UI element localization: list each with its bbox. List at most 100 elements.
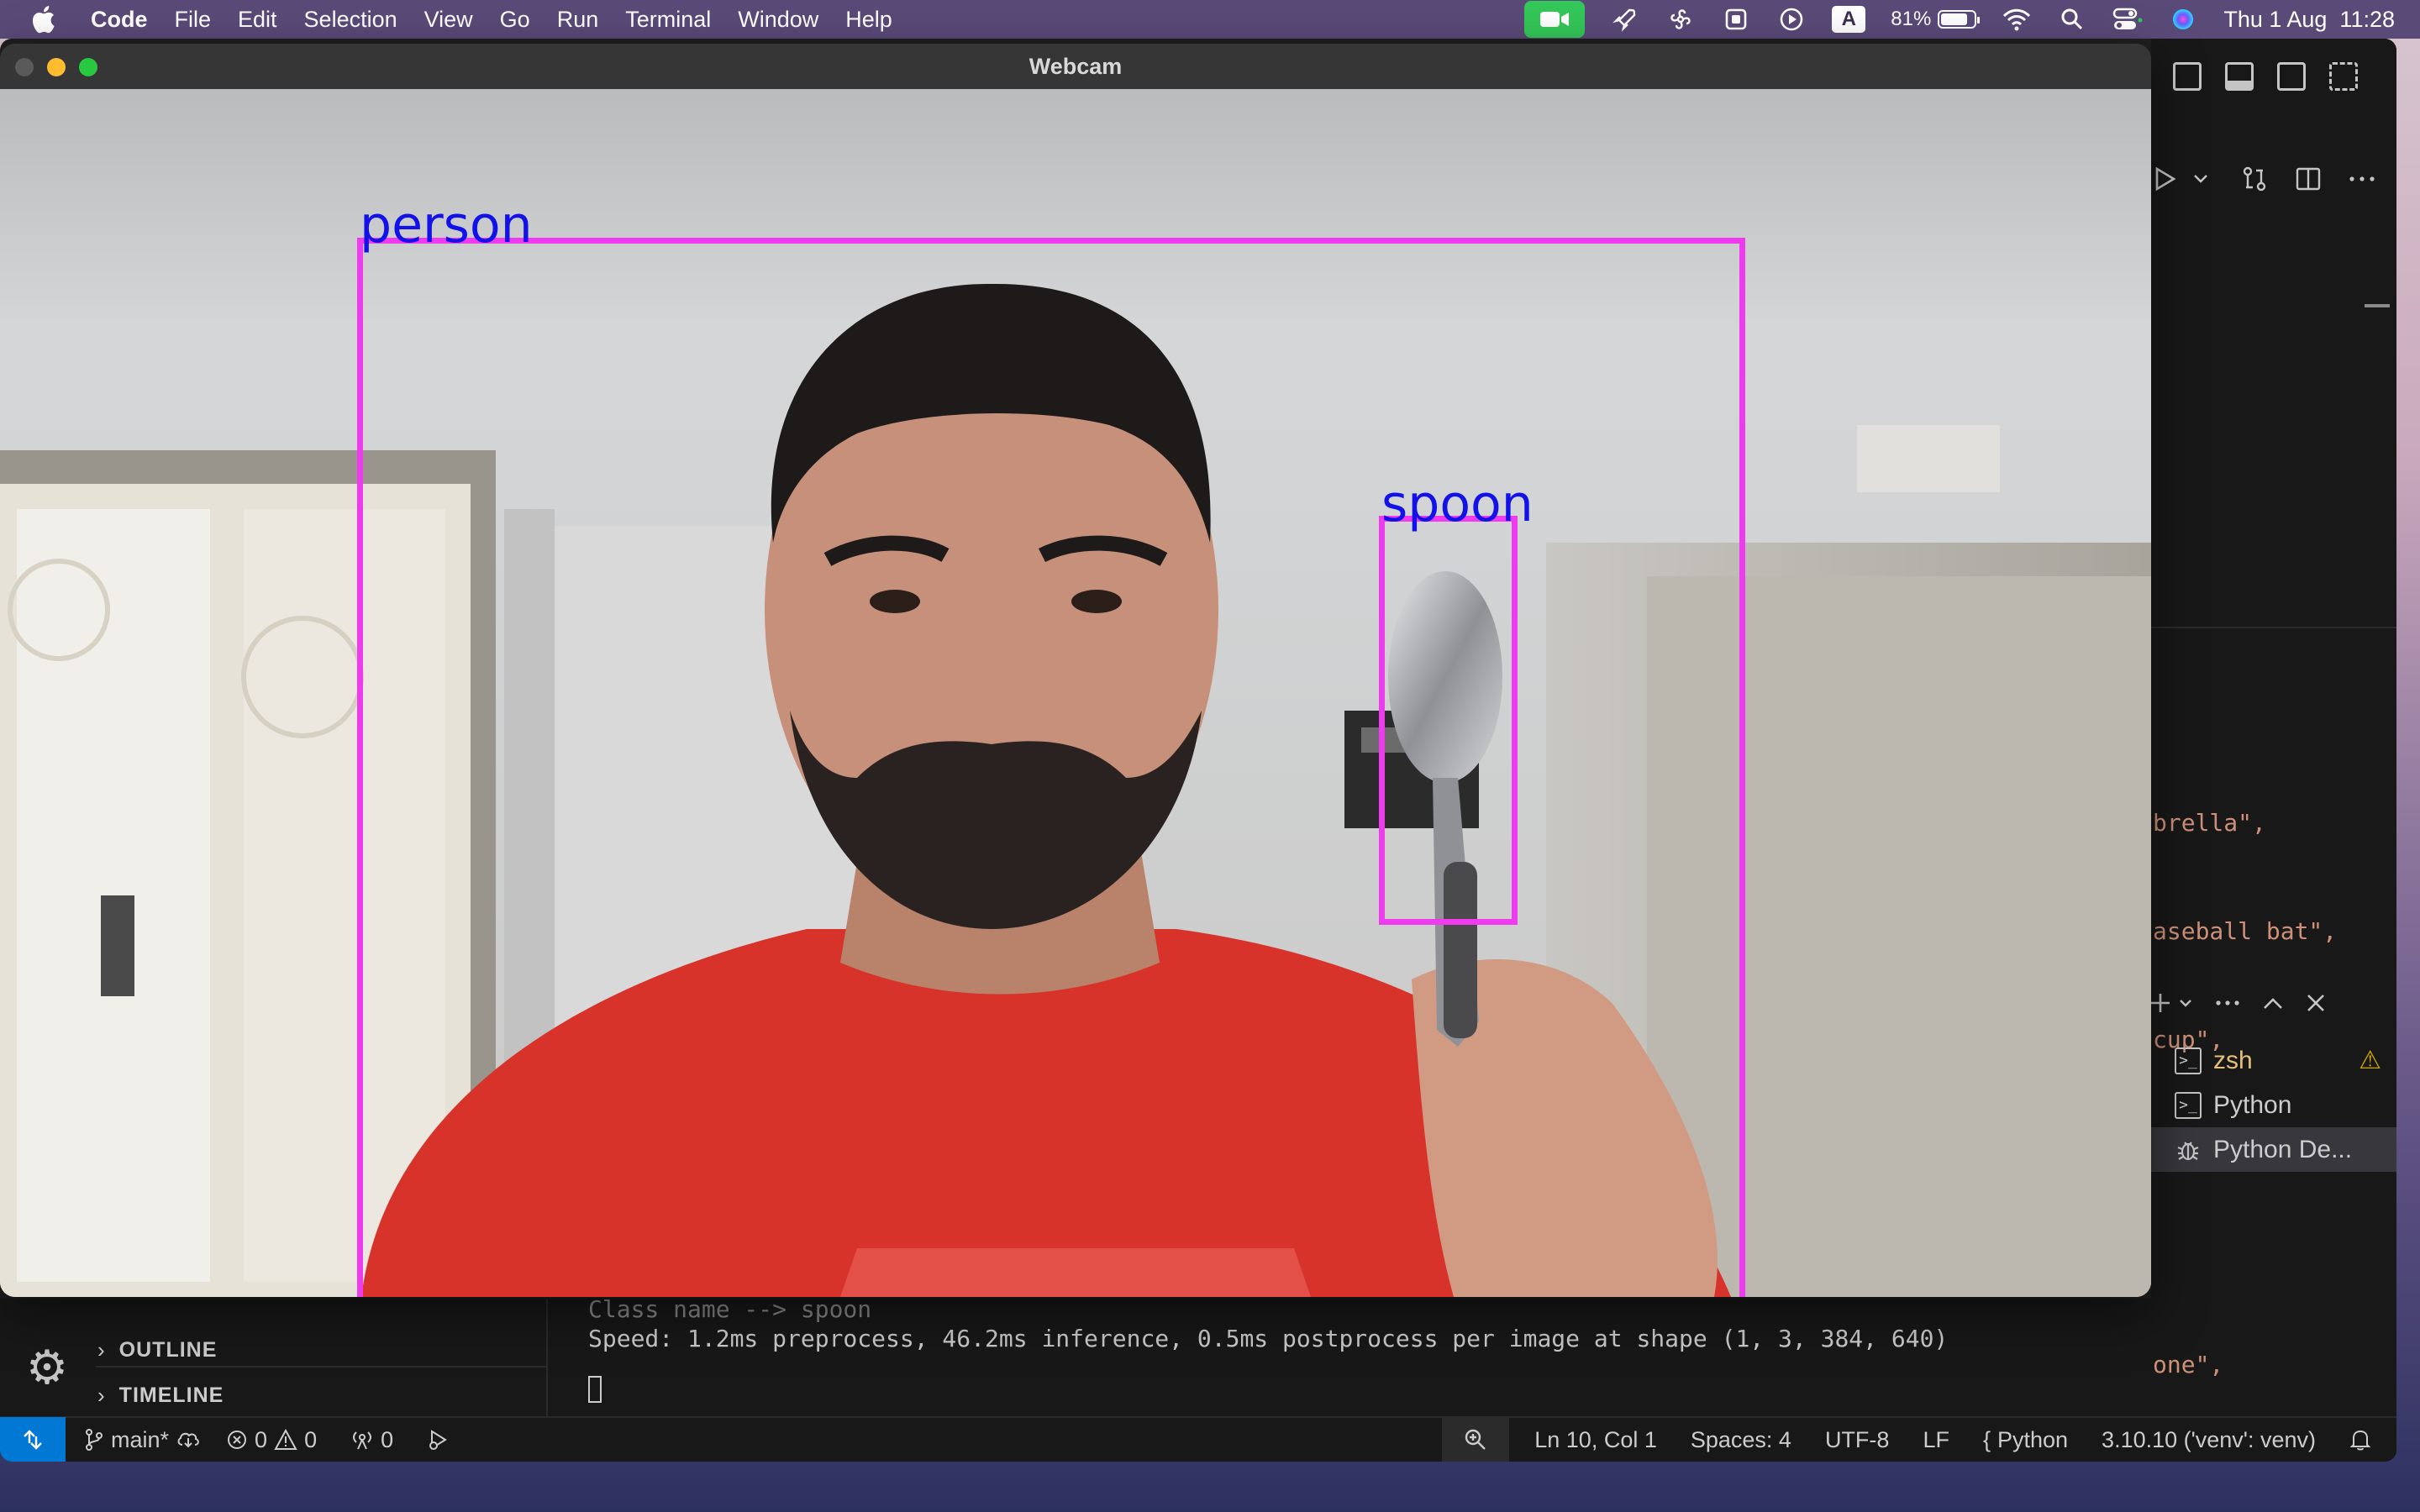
- clock-datetime[interactable]: Thu 1 Aug 11:28: [2223, 7, 2395, 33]
- webcam-window[interactable]: Webcam person spoon: [0, 44, 2151, 1297]
- cursor-position[interactable]: Ln 10, Col 1: [1534, 1427, 1657, 1453]
- ports-indicator[interactable]: 0: [350, 1427, 393, 1453]
- battery-status[interactable]: 81%: [1891, 8, 1981, 31]
- end-of-line[interactable]: LF: [1923, 1427, 1949, 1453]
- input-source-icon[interactable]: A: [1832, 6, 1866, 33]
- detection-box-person: [357, 238, 1745, 1297]
- control-center-icon[interactable]: [2112, 4, 2143, 34]
- pinwheel-icon[interactable]: [1665, 4, 1696, 34]
- menu-go[interactable]: Go: [500, 7, 530, 33]
- code-line: one",: [2153, 1351, 2224, 1378]
- window-controls: [15, 58, 97, 76]
- timeline-section-label: TIMELINE: [118, 1383, 224, 1407]
- menu-selection[interactable]: Selection: [304, 7, 397, 33]
- error-count: 0: [255, 1426, 268, 1452]
- outline-section-label: OUTLINE: [118, 1338, 218, 1362]
- toggle-secondary-sidebar-icon[interactable]: [2277, 62, 2306, 91]
- camera-in-use-icon[interactable]: [1524, 1, 1586, 38]
- toggle-primary-sidebar-icon[interactable]: [2173, 62, 2202, 91]
- siri-icon[interactable]: [2168, 4, 2198, 34]
- more-actions-icon[interactable]: [2215, 986, 2240, 1020]
- terminal-output[interactable]: Class name --> spoon Speed: 1.2ms prepro…: [548, 1295, 2151, 1416]
- play-circle-icon[interactable]: [1776, 4, 1807, 34]
- terminal-tab-python[interactable]: >_ Python: [2151, 1083, 2396, 1127]
- wifi-icon[interactable]: [2002, 4, 2032, 34]
- customize-layout-icon[interactable]: [2329, 62, 2358, 91]
- terminal-tab-python-debug[interactable]: Python De...: [2151, 1127, 2396, 1172]
- terminal-icon: >_: [2175, 1091, 2202, 1119]
- timeline-section[interactable]: › TIMELINE: [97, 1383, 224, 1409]
- debug-status[interactable]: [427, 1428, 450, 1452]
- toggle-panel-icon[interactable]: [2225, 62, 2254, 91]
- git-branch[interactable]: main*: [84, 1427, 201, 1453]
- divider: [96, 1366, 546, 1368]
- divider: [2151, 627, 2396, 628]
- indentation[interactable]: Spaces: 4: [1691, 1427, 1791, 1453]
- warning-icon: [274, 1429, 297, 1450]
- new-terminal-icon[interactable]: [2149, 986, 2171, 1020]
- explorer-sidebar-sections: [0, 1299, 548, 1416]
- language-label: Python: [1996, 1426, 2069, 1452]
- python-interpreter[interactable]: 3.10.10 ('venv': venv): [2102, 1427, 2316, 1453]
- battery-icon: [1938, 10, 1981, 29]
- terminal-line: Class name --> spoon: [588, 1295, 872, 1323]
- chevron-right-icon: ›: [97, 1383, 106, 1408]
- terminal-icon: >_: [2175, 1047, 2202, 1074]
- battery-percent: 81%: [1891, 8, 1932, 30]
- terminal-tab-label: zsh: [2213, 1046, 2253, 1074]
- detection-box-spoon: [1379, 516, 1518, 925]
- apple-icon[interactable]: [30, 5, 64, 34]
- battery-level-fill: [1941, 13, 1968, 25]
- remote-indicator-icon[interactable]: [0, 1417, 66, 1462]
- chevron-down-icon[interactable]: [2178, 986, 2193, 1020]
- layout-controls: [2173, 62, 2358, 91]
- clipboard-icon[interactable]: [1721, 4, 1751, 34]
- compare-changes-icon[interactable]: [2240, 165, 2269, 193]
- close-panel-icon[interactable]: [2306, 986, 2326, 1020]
- problems-indicator[interactable]: 0 0: [226, 1427, 317, 1453]
- window-titlebar[interactable]: Webcam: [0, 44, 2151, 89]
- outline-section[interactable]: › OUTLINE: [97, 1337, 217, 1363]
- error-icon: [228, 1431, 247, 1449]
- editor-actions: [2151, 165, 2376, 193]
- maximize-panel-icon[interactable]: [2262, 986, 2284, 1020]
- terminal-line: Speed: 1.2ms preprocess, 46.2ms inferenc…: [588, 1325, 1949, 1352]
- search-icon[interactable]: [2057, 4, 2087, 34]
- scrollbar-thumb[interactable]: [2365, 304, 2390, 307]
- run-icon[interactable]: [2151, 165, 2180, 193]
- menu-window[interactable]: Window: [738, 7, 818, 33]
- terminal-tab-zsh[interactable]: >_ zsh ⚠: [2151, 1038, 2396, 1083]
- warning-count: 0: [304, 1426, 318, 1452]
- branch-name: main*: [111, 1426, 170, 1452]
- rocket-icon[interactable]: [1610, 4, 1640, 34]
- notifications-bell-icon[interactable]: [2349, 1428, 2371, 1452]
- branch-icon: [86, 1429, 103, 1451]
- menu-help[interactable]: Help: [845, 7, 892, 33]
- chevron-down-icon[interactable]: [2186, 165, 2215, 193]
- more-actions-icon[interactable]: [2348, 165, 2376, 193]
- split-editor-icon[interactable]: [2294, 165, 2323, 193]
- ports-count: 0: [381, 1426, 394, 1452]
- window-title: Webcam: [1028, 53, 1123, 79]
- menu-file[interactable]: File: [175, 7, 212, 33]
- menu-bar: Code File Edit Selection View Go Run Ter…: [0, 0, 2420, 39]
- detection-label-person: person: [360, 196, 533, 255]
- maximize-window-button[interactable]: [79, 58, 97, 76]
- menu-run[interactable]: Run: [557, 7, 599, 33]
- sync-icon: [177, 1432, 199, 1448]
- menu-app-name[interactable]: Code: [91, 7, 148, 33]
- terminal-toolbar: [2149, 986, 2326, 1020]
- menu-edit[interactable]: Edit: [238, 7, 277, 33]
- minimize-window-button[interactable]: [47, 58, 66, 76]
- run-debug-icon: [429, 1430, 448, 1450]
- menu-terminal[interactable]: Terminal: [625, 7, 711, 33]
- menu-view[interactable]: View: [424, 7, 473, 33]
- zoom-icon[interactable]: [1442, 1418, 1510, 1462]
- terminal-tab-label: Python: [2213, 1090, 2292, 1119]
- gear-icon[interactable]: ⚙: [22, 1341, 72, 1394]
- language-mode[interactable]: { Python: [1983, 1427, 2068, 1453]
- encoding[interactable]: UTF-8: [1825, 1427, 1890, 1453]
- code-line: aseball bat",: [2153, 917, 2338, 945]
- close-window-button[interactable]: [15, 58, 34, 76]
